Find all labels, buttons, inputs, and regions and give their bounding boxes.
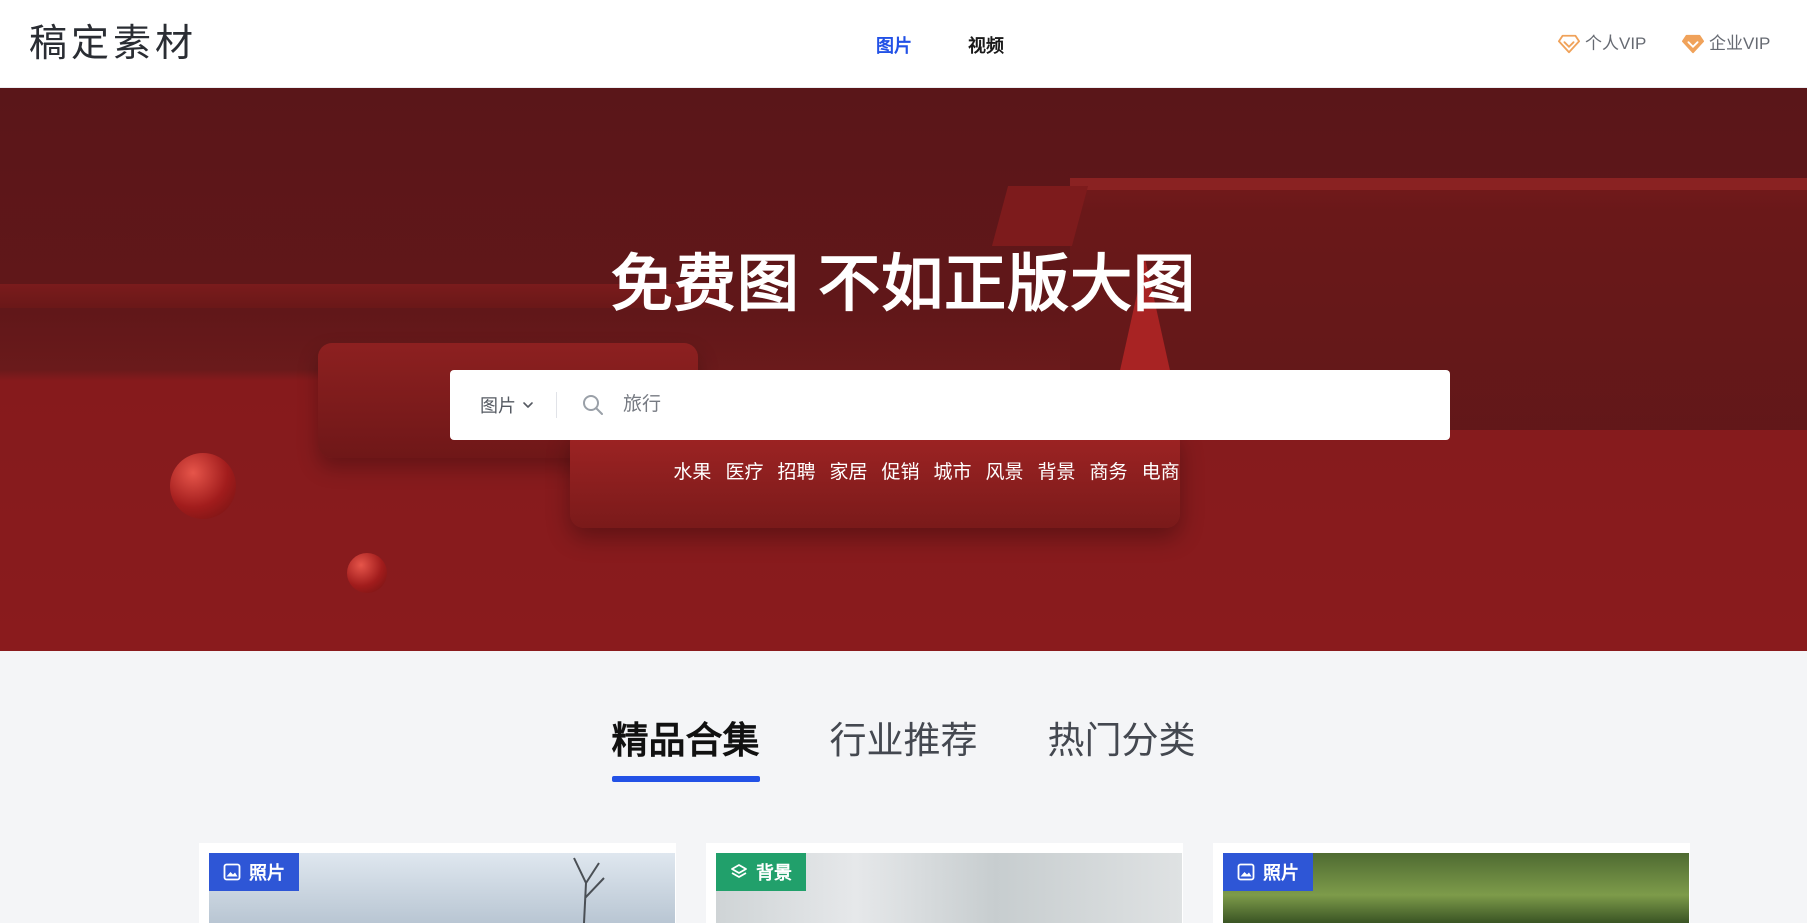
personal-vip-label: 个人VIP	[1585, 34, 1647, 53]
chevron-down-icon	[523, 402, 533, 408]
collection-card[interactable]: 照片	[1213, 843, 1690, 923]
search-divider	[556, 392, 557, 418]
card-badge: 照片	[1223, 853, 1313, 891]
card-badge-label: 照片	[249, 863, 285, 883]
search-type-label: 图片	[480, 396, 516, 416]
image-icon	[1237, 863, 1255, 881]
top-header: 稿定素材 图片 视频 个人VIP 企业VIP	[0, 0, 1807, 88]
nav-item-images[interactable]: 图片	[876, 34, 912, 58]
enterprise-vip-label: 企业VIP	[1709, 34, 1771, 53]
hero-backdrop-block	[991, 186, 1089, 246]
collection-card[interactable]: 背景	[706, 843, 1183, 923]
search-input[interactable]	[623, 385, 1383, 425]
hero-backdrop-shelf-edge	[1070, 178, 1807, 190]
tab-featured-collections[interactable]: 精品合集	[611, 716, 760, 782]
personal-vip-link[interactable]: 个人VIP	[1558, 32, 1646, 56]
hot-tag[interactable]: 医疗	[725, 460, 763, 486]
nav-item-videos[interactable]: 视频	[968, 34, 1004, 58]
hot-tag[interactable]: 招聘	[777, 460, 815, 486]
main-nav: 图片 视频	[876, 34, 1004, 58]
hero-sphere-small	[347, 553, 387, 593]
card-thumbnail: 照片	[1223, 853, 1689, 923]
card-badge: 照片	[209, 853, 299, 891]
hero-banner: 免费图 不如正版大图 图片 水果 医疗 招聘 家居 促销 城市 风景 背景 商务…	[0, 88, 1807, 651]
image-icon	[223, 863, 241, 881]
collection-card[interactable]: 照片	[199, 843, 676, 923]
card-badge-label: 照片	[1263, 863, 1299, 883]
search-icon[interactable]	[581, 393, 605, 417]
tab-popular-categories[interactable]: 热门分类	[1048, 716, 1196, 778]
search-type-dropdown[interactable]: 图片	[480, 392, 534, 418]
tree-branch-graphic	[573, 857, 605, 923]
diamond-icon	[1682, 34, 1704, 54]
enterprise-vip-link[interactable]: 企业VIP	[1682, 32, 1770, 56]
hot-tag[interactable]: 家居	[829, 460, 867, 486]
tab-industry-recommendations[interactable]: 行业推荐	[830, 716, 978, 778]
hot-search-tags: 水果 医疗 招聘 家居 促销 城市 风景 背景 商务 电商	[0, 460, 1807, 486]
card-thumbnail: 背景	[716, 853, 1182, 923]
card-badge: 背景	[716, 853, 806, 891]
diamond-icon	[1558, 34, 1580, 54]
card-badge-label: 背景	[756, 863, 792, 883]
site-logo[interactable]: 稿定素材	[29, 20, 197, 68]
hot-tag[interactable]: 水果	[673, 460, 711, 486]
search-bar: 图片	[450, 370, 1450, 440]
hot-tag[interactable]: 风景	[986, 460, 1024, 486]
hot-tag[interactable]: 电商	[1142, 460, 1180, 486]
hot-tag[interactable]: 促销	[881, 460, 919, 486]
hot-tag[interactable]: 商务	[1090, 460, 1128, 486]
layers-icon	[731, 864, 747, 878]
section-tabs: 精品合集 行业推荐 热门分类	[0, 716, 1807, 782]
hot-tag[interactable]: 背景	[1038, 460, 1076, 486]
hero-title: 免费图 不如正版大图	[610, 250, 1197, 319]
card-thumbnail: 照片	[209, 853, 675, 923]
hot-tag[interactable]: 城市	[934, 460, 972, 486]
collection-cards: 照片 背景 照片	[199, 843, 1690, 923]
